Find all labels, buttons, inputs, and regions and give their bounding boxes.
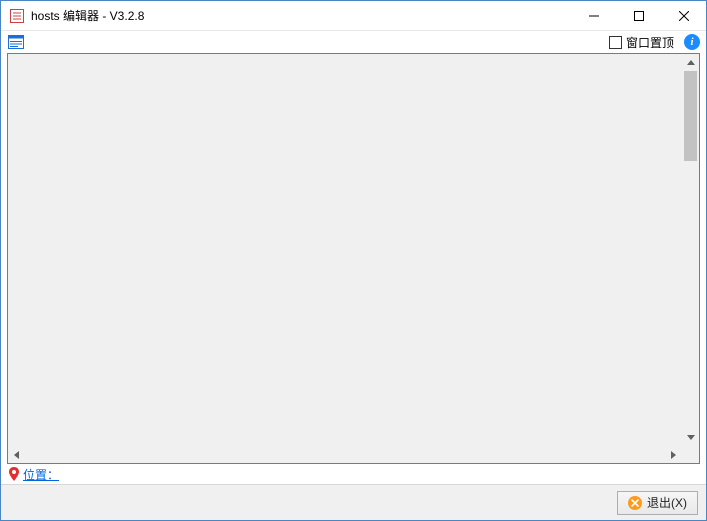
exit-button[interactable]: 退出(X) <box>617 491 698 515</box>
statusbar: 位置： <box>1 464 706 484</box>
titlebar[interactable]: hosts 编辑器 - V3.2.8 <box>1 1 706 31</box>
always-on-top-label: 窗口置顶 <box>626 34 674 51</box>
scroll-down-arrow-icon[interactable] <box>682 429 699 446</box>
location-pin-icon <box>7 467 21 481</box>
scroll-up-arrow-icon[interactable] <box>682 54 699 71</box>
view-mode-icon[interactable] <box>7 33 25 51</box>
scroll-right-arrow-icon[interactable] <box>665 446 682 463</box>
info-icon[interactable]: i <box>684 34 700 50</box>
close-button[interactable] <box>661 1 706 30</box>
exit-button-label: 退出(X) <box>647 494 687 511</box>
window-controls <box>571 1 706 30</box>
hosts-editor[interactable] <box>7 53 700 464</box>
window-title: hosts 编辑器 - V3.2.8 <box>31 7 571 24</box>
path-label-text: 位置： <box>23 468 59 482</box>
checkbox-box <box>609 36 622 49</box>
vertical-scrollbar[interactable] <box>682 54 699 446</box>
toolbar: 窗口置顶 i <box>1 31 706 53</box>
bottom-bar: 退出(X) <box>1 484 706 520</box>
editor-container <box>1 53 706 464</box>
minimize-button[interactable] <box>571 1 616 30</box>
maximize-button[interactable] <box>616 1 661 30</box>
horizontal-scrollbar[interactable] <box>8 446 682 463</box>
exit-icon <box>628 496 642 510</box>
scrollbar-corner <box>682 446 699 463</box>
app-icon <box>9 8 25 24</box>
path-link[interactable]: 位置： <box>23 466 59 483</box>
always-on-top-checkbox[interactable]: 窗口置顶 <box>609 34 674 51</box>
scroll-left-arrow-icon[interactable] <box>8 446 25 463</box>
app-window: hosts 编辑器 - V3.2.8 <box>0 0 707 521</box>
scrollbar-thumb[interactable] <box>684 71 697 161</box>
